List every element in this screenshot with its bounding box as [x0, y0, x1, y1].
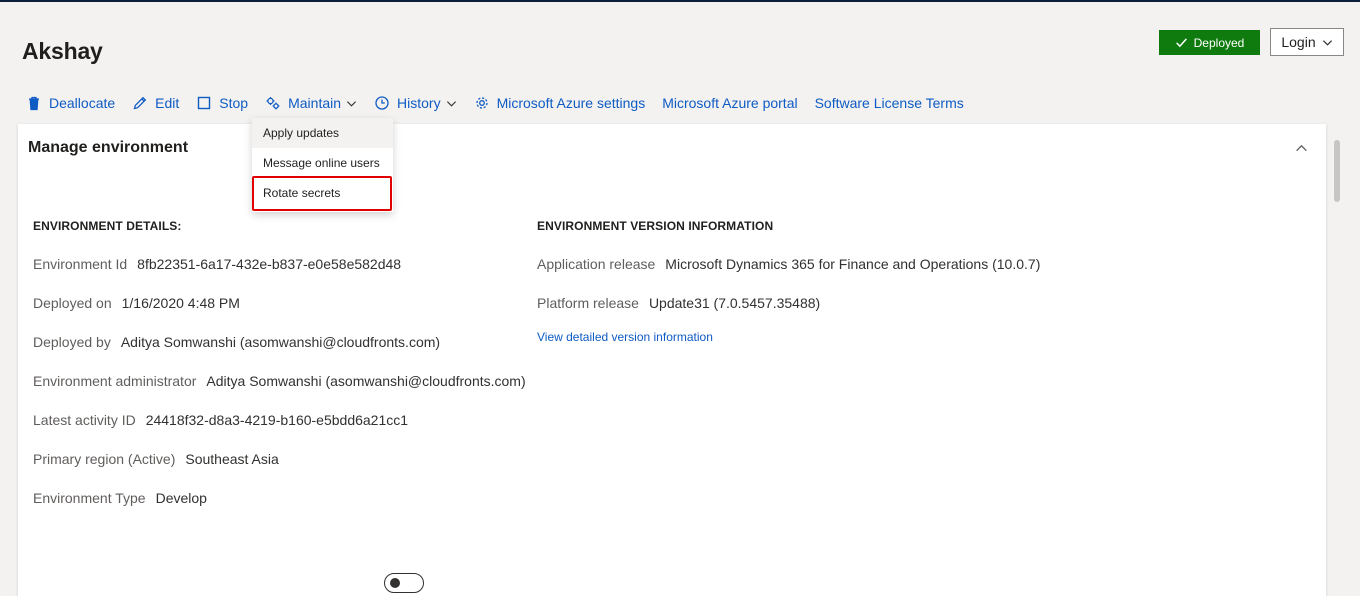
top-accent-bar	[0, 0, 1360, 2]
edit-button[interactable]: Edit	[132, 95, 179, 111]
chevron-down-icon	[346, 98, 357, 109]
edit-label: Edit	[155, 95, 180, 111]
detail-row-deployed-by: Deployed by Aditya Somwanshi (asomwanshi@…	[33, 334, 440, 350]
detail-label: Latest activity ID	[33, 412, 136, 428]
pencil-icon	[132, 95, 148, 111]
detail-value: Aditya Somwanshi (asomwanshi@cloudfronts…	[120, 334, 441, 350]
azure-portal-link[interactable]: Microsoft Azure portal	[662, 95, 797, 111]
history-menu-button[interactable]: History	[374, 95, 457, 111]
azure-settings-label: Microsoft Azure settings	[496, 95, 646, 111]
license-terms-link[interactable]: Software License Terms	[815, 95, 964, 111]
chevron-up-icon[interactable]	[1295, 142, 1308, 155]
gear-icon	[474, 95, 490, 111]
stop-button[interactable]: Stop	[196, 95, 248, 111]
stop-icon	[196, 95, 212, 111]
trash-icon	[26, 95, 42, 111]
detail-value: 8fb22351-6a17-432e-b837-e0e58e582d48	[137, 256, 402, 272]
toggle-switch[interactable]	[384, 573, 424, 593]
version-value: Update31 (7.0.5457.35488)	[648, 295, 821, 311]
azure-settings-button[interactable]: Microsoft Azure settings	[474, 95, 646, 111]
command-toolbar: Deallocate Edit Stop Maintain History Mi…	[26, 92, 981, 114]
chevron-down-icon	[446, 98, 457, 109]
detail-value: Develop	[155, 490, 207, 506]
deallocate-label: Deallocate	[49, 95, 116, 111]
version-info-heading: ENVIRONMENT VERSION INFORMATION	[537, 219, 774, 233]
status-badge-label: Deployed	[1193, 35, 1245, 50]
version-label: Platform release	[537, 295, 639, 311]
menu-item-apply-updates[interactable]: Apply updates	[252, 118, 393, 148]
detail-row-primary-region: Primary region (Active) Southeast Asia	[33, 451, 279, 467]
menu-item-message-online-users[interactable]: Message online users	[252, 148, 393, 178]
page-title: Akshay	[22, 38, 103, 64]
toggle-knob	[390, 578, 400, 588]
license-terms-label: Software License Terms	[814, 95, 964, 111]
version-label: Application release	[537, 256, 656, 272]
chevron-down-icon	[1322, 39, 1332, 46]
login-button-label: Login	[1281, 34, 1316, 50]
detail-label: Deployed by	[33, 334, 111, 350]
detail-value: Southeast Asia	[185, 451, 279, 467]
version-value: Microsoft Dynamics 365 for Finance and O…	[665, 256, 1041, 272]
version-row-platform-release: Platform release Update31 (7.0.5457.35488…	[537, 295, 820, 311]
detail-label: Primary region (Active)	[33, 451, 176, 467]
detail-row-deployed-on: Deployed on 1/16/2020 4:48 PM	[33, 295, 240, 311]
maintain-dropdown-menu: Apply updates Message online users Rotat…	[252, 118, 393, 212]
environment-details-heading: ENVIRONMENT DETAILS:	[33, 219, 182, 233]
detail-label: Environment administrator	[33, 373, 197, 389]
clock-icon	[374, 95, 390, 111]
detail-value: Aditya Somwanshi (asomwanshi@cloudfronts…	[206, 373, 526, 389]
deallocate-button[interactable]: Deallocate	[26, 95, 115, 111]
stop-label: Stop	[219, 95, 249, 111]
gears-icon	[265, 95, 281, 111]
manage-environment-card: Manage environment ENVIRONMENT DETAILS: …	[18, 124, 1326, 596]
detail-label: Environment Type	[33, 490, 146, 506]
status-badge: Deployed	[1159, 30, 1260, 55]
login-button[interactable]: Login	[1270, 28, 1344, 56]
detail-value: 24418f32-d8a3-4219-b160-e5bdd6a21cc1	[145, 412, 409, 428]
history-label: History	[397, 95, 441, 111]
version-row-application-release: Application release Microsoft Dynamics 36…	[537, 256, 1040, 272]
menu-item-rotate-secrets[interactable]: Rotate secrets	[252, 178, 393, 208]
detail-row-latest-activity-id: Latest activity ID 24418f32-d8a3-4219-b16…	[33, 412, 408, 428]
maintain-label: Maintain	[288, 95, 342, 111]
detail-value: 1/16/2020 4:48 PM	[121, 295, 240, 311]
detail-label: Environment Id	[33, 256, 128, 272]
detail-row-environment-administrator: Environment administrator Aditya Somwansh…	[33, 373, 526, 389]
vertical-scrollbar-thumb[interactable]	[1334, 140, 1340, 202]
detail-row-environment-type: Environment Type Develop	[33, 490, 207, 506]
detail-row-environment-id: Environment Id 8fb22351-6a17-432e-b837-e0…	[33, 256, 401, 272]
azure-portal-label: Microsoft Azure portal	[662, 95, 798, 111]
checkmark-icon	[1175, 38, 1187, 48]
card-title: Manage environment	[28, 139, 189, 156]
detail-label: Deployed on	[33, 295, 112, 311]
maintain-menu-button[interactable]: Maintain	[265, 95, 357, 111]
view-version-info-link[interactable]: View detailed version information	[537, 330, 713, 344]
